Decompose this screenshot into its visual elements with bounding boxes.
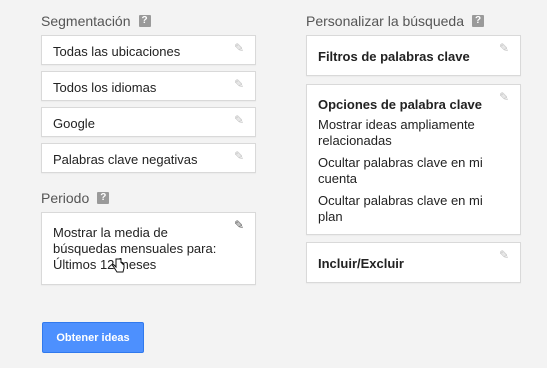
segmentation-locations[interactable]: Todas las ubicaciones ✎	[41, 35, 256, 65]
pencil-icon[interactable]: ✎	[234, 219, 246, 231]
segmentation-title: Segmentación ?	[41, 13, 151, 29]
segmentation-title-text: Segmentación	[41, 13, 131, 29]
keyword-filters-label: Filtros de palabras clave	[318, 49, 470, 64]
include-exclude-card[interactable]: Incluir/Excluir ✎	[306, 242, 521, 283]
customize-title-text: Personalizar la búsqueda	[306, 13, 464, 29]
pencil-icon[interactable]: ✎	[499, 42, 511, 54]
pencil-icon[interactable]: ✎	[234, 114, 246, 126]
period-title: Periodo ?	[41, 190, 110, 206]
period-card[interactable]: Mostrar la media de búsquedas mensuales …	[41, 212, 256, 285]
segmentation-negative-keywords[interactable]: Palabras clave negativas ✎	[41, 143, 256, 173]
segmentation-languages[interactable]: Todos los idiomas ✎	[41, 71, 256, 101]
option-hide-plan: Ocultar palabras clave en mi plan	[318, 193, 483, 224]
locations-label: Todas las ubicaciones	[53, 44, 181, 59]
segmentation-network[interactable]: Google ✎	[41, 107, 256, 137]
get-ideas-button[interactable]: Obtener ideas	[42, 322, 144, 353]
keyword-filters-card[interactable]: Filtros de palabras clave ✎	[306, 35, 521, 76]
help-icon[interactable]: ?	[138, 15, 151, 27]
option-broad-ideas: Mostrar ideas ampliamente relacionadas	[318, 117, 475, 148]
customize-title: Personalizar la búsqueda ?	[306, 13, 484, 29]
pencil-icon[interactable]: ✎	[234, 42, 246, 54]
pencil-icon[interactable]: ✎	[499, 249, 511, 261]
network-label: Google	[53, 116, 95, 131]
period-title-text: Periodo	[41, 190, 90, 206]
pencil-icon[interactable]: ✎	[234, 150, 246, 162]
pencil-icon[interactable]: ✎	[234, 78, 246, 90]
help-icon[interactable]: ?	[97, 192, 110, 204]
keyword-options-title: Opciones de palabra clave	[318, 97, 483, 112]
languages-label: Todos los idiomas	[53, 80, 157, 95]
keyword-options-card[interactable]: Opciones de palabra clave Mostrar ideas …	[306, 84, 521, 235]
negative-keywords-label: Palabras clave negativas	[53, 152, 198, 167]
period-text: Mostrar la media de búsquedas mensuales …	[53, 225, 217, 272]
hand-cursor-icon	[112, 258, 125, 273]
help-icon[interactable]: ?	[472, 15, 484, 27]
option-hide-account: Ocultar palabras clave en mi cuenta	[318, 155, 483, 186]
include-exclude-label: Incluir/Excluir	[318, 256, 404, 271]
pencil-icon[interactable]: ✎	[499, 91, 511, 103]
